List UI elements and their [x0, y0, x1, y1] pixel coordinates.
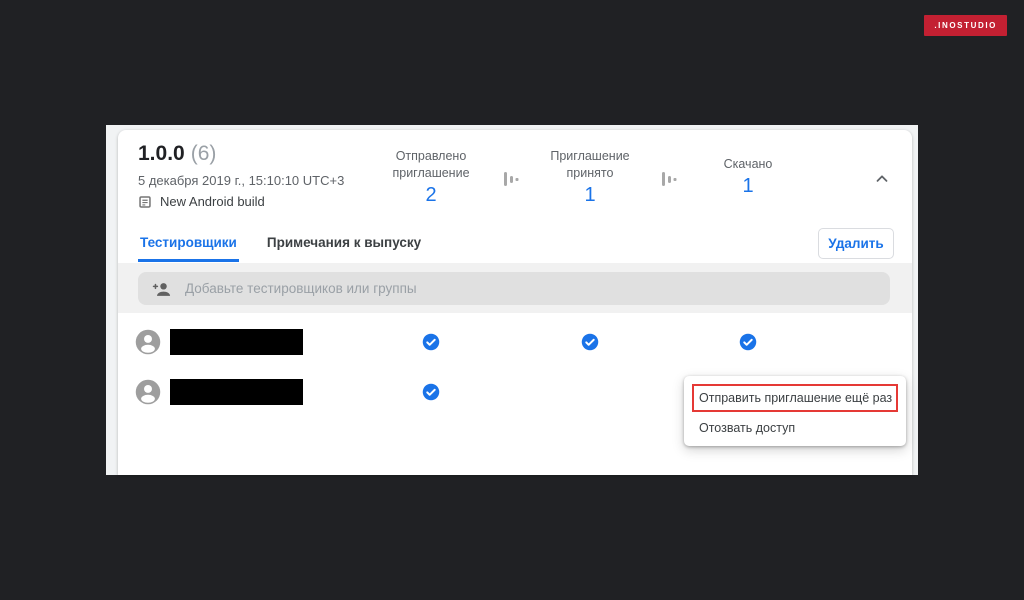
tester-avatar-icon: [135, 329, 161, 355]
menu-item-resend-invite[interactable]: Отправить приглашение ещё раз: [692, 384, 898, 412]
stat-value: 1: [742, 175, 754, 197]
release-version-title: 1.0.0 (6): [138, 142, 216, 166]
tab-release-notes[interactable]: Примечания к выпуску: [265, 231, 423, 262]
stat-value: 2: [425, 183, 437, 206]
invite-accepted-check-icon: [581, 333, 599, 351]
invite-sent-check-icon: [422, 383, 440, 401]
stat-label: Скачано: [723, 157, 773, 171]
stat-invites-accepted: Приглашение принято 1: [520, 146, 660, 208]
release-tabs: Тестировщики Примечания к выпуску: [138, 231, 423, 262]
tab-testers[interactable]: Тестировщики: [138, 231, 239, 262]
console-page-background: 1.0.0 (6) 5 декабря 2019 г., 15:10:10 UTC…: [106, 125, 918, 475]
tester-context-menu: Отправить приглашение ещё раз Отозвать д…: [684, 376, 906, 446]
redacted-tester-name: [170, 329, 303, 355]
stat-downloaded: Скачано 1: [678, 146, 818, 208]
menu-item-revoke-access[interactable]: Отозвать доступ: [692, 412, 898, 438]
release-date: 5 декабря 2019 г., 15:10:10 UTC+3: [138, 173, 345, 188]
chevron-up-icon: [876, 175, 888, 182]
stat-label: приглашение: [392, 165, 470, 180]
inostudio-logo: .INOSTUDIO: [924, 15, 1007, 36]
release-card: 1.0.0 (6) 5 декабря 2019 г., 15:10:10 UTC…: [118, 130, 912, 475]
invite-sent-check-icon: [422, 333, 440, 351]
stat-divider-icon: [504, 172, 519, 186]
person-add-icon: [152, 282, 171, 296]
add-testers-bar: Добавьте тестировщиков или группы: [118, 263, 912, 313]
stat-label: принято: [566, 165, 614, 180]
collapse-release-button[interactable]: [869, 166, 895, 192]
tester-avatar-icon: [135, 379, 161, 405]
downloaded-check-icon: [739, 333, 757, 351]
version-number: 1.0.0: [138, 142, 185, 165]
release-notes-icon: [139, 195, 151, 208]
build-note-label: New Android build: [160, 194, 265, 209]
build-number: (6): [190, 142, 217, 165]
build-note-row: New Android build: [138, 194, 265, 209]
stat-value: 1: [584, 183, 596, 206]
add-testers-placeholder: Добавьте тестировщиков или группы: [185, 281, 417, 296]
add-testers-input[interactable]: Добавьте тестировщиков или группы: [138, 272, 890, 305]
screen: .INOSTUDIO 1.0.0 (6) 5 декабря 2019 г., 1…: [0, 0, 1024, 600]
redacted-tester-name: [170, 379, 303, 405]
stat-label: Приглашение: [550, 148, 630, 163]
stat-invites-sent: Отправлено приглашение 2: [361, 146, 501, 208]
tester-row: [118, 317, 912, 367]
stat-label: Отправлено: [395, 148, 467, 163]
delete-release-button[interactable]: Удалить: [818, 228, 894, 259]
stat-divider-icon: [662, 172, 677, 186]
